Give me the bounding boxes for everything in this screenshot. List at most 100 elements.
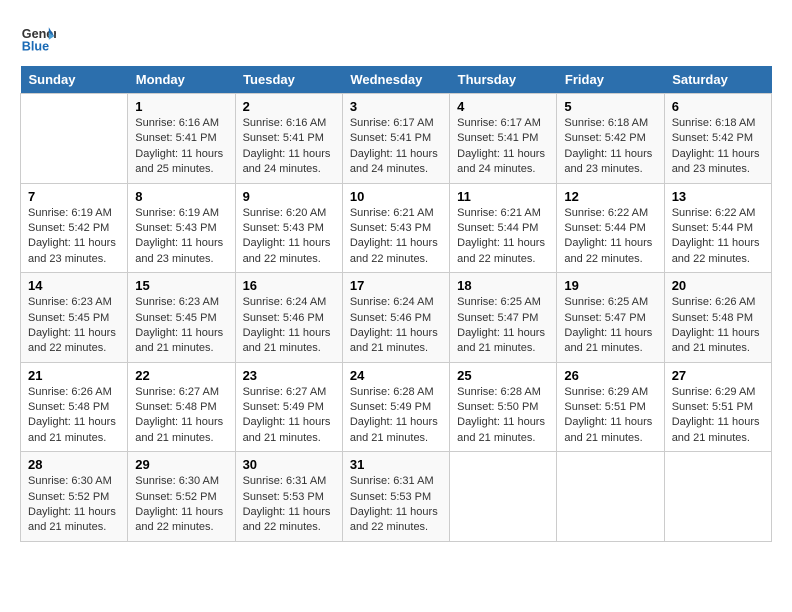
day-number: 9 [243,189,335,204]
cell-info: Sunrise: 6:17 AM Sunset: 5:41 PM Dayligh… [457,116,549,178]
day-number: 19 [564,278,656,293]
calendar-cell: 7 Sunrise: 6:19 AM Sunset: 5:42 PM Dayli… [21,183,128,273]
sunrise-text: Sunrise: 6:30 AM [28,474,120,489]
calendar-cell: 26 Sunrise: 6:29 AM Sunset: 5:51 PM Dayl… [557,362,664,452]
sunrise-text: Sunrise: 6:31 AM [243,474,335,489]
cell-info: Sunrise: 6:17 AM Sunset: 5:41 PM Dayligh… [350,116,442,178]
day-number: 13 [672,189,764,204]
day-number: 18 [457,278,549,293]
daylight-text: Daylight: 11 hours and 21 minutes. [243,415,335,446]
daylight-text: Daylight: 11 hours and 22 minutes. [457,236,549,267]
sunset-text: Sunset: 5:49 PM [243,400,335,415]
calendar-cell: 13 Sunrise: 6:22 AM Sunset: 5:44 PM Dayl… [664,183,771,273]
cell-info: Sunrise: 6:25 AM Sunset: 5:47 PM Dayligh… [457,295,549,357]
day-number: 8 [135,189,227,204]
cell-info: Sunrise: 6:21 AM Sunset: 5:43 PM Dayligh… [350,206,442,268]
day-number: 20 [672,278,764,293]
sunrise-text: Sunrise: 6:27 AM [243,385,335,400]
cell-info: Sunrise: 6:30 AM Sunset: 5:52 PM Dayligh… [135,474,227,536]
sunrise-text: Sunrise: 6:22 AM [672,206,764,221]
day-number: 11 [457,189,549,204]
daylight-text: Daylight: 11 hours and 22 minutes. [350,505,442,536]
day-number: 6 [672,99,764,114]
sunset-text: Sunset: 5:50 PM [457,400,549,415]
daylight-text: Daylight: 11 hours and 22 minutes. [350,236,442,267]
cell-info: Sunrise: 6:31 AM Sunset: 5:53 PM Dayligh… [350,474,442,536]
daylight-text: Daylight: 11 hours and 22 minutes. [243,236,335,267]
sunrise-text: Sunrise: 6:17 AM [350,116,442,131]
calendar-cell: 1 Sunrise: 6:16 AM Sunset: 5:41 PM Dayli… [128,94,235,184]
day-number: 22 [135,368,227,383]
sunset-text: Sunset: 5:42 PM [28,221,120,236]
sunset-text: Sunset: 5:48 PM [672,311,764,326]
sunrise-text: Sunrise: 6:25 AM [457,295,549,310]
daylight-text: Daylight: 11 hours and 22 minutes. [672,236,764,267]
header-tuesday: Tuesday [235,66,342,94]
calendar-cell: 16 Sunrise: 6:24 AM Sunset: 5:46 PM Dayl… [235,273,342,363]
daylight-text: Daylight: 11 hours and 21 minutes. [28,415,120,446]
sunrise-text: Sunrise: 6:28 AM [457,385,549,400]
sunrise-text: Sunrise: 6:24 AM [350,295,442,310]
sunset-text: Sunset: 5:42 PM [672,131,764,146]
daylight-text: Daylight: 11 hours and 21 minutes. [564,415,656,446]
daylight-text: Daylight: 11 hours and 25 minutes. [135,147,227,178]
cell-info: Sunrise: 6:24 AM Sunset: 5:46 PM Dayligh… [350,295,442,357]
cell-info: Sunrise: 6:28 AM Sunset: 5:50 PM Dayligh… [457,385,549,447]
day-number: 17 [350,278,442,293]
sunset-text: Sunset: 5:46 PM [350,311,442,326]
sunrise-text: Sunrise: 6:26 AM [28,385,120,400]
sunset-text: Sunset: 5:51 PM [564,400,656,415]
day-number: 21 [28,368,120,383]
day-number: 12 [564,189,656,204]
calendar-cell: 11 Sunrise: 6:21 AM Sunset: 5:44 PM Dayl… [450,183,557,273]
calendar-cell: 24 Sunrise: 6:28 AM Sunset: 5:49 PM Dayl… [342,362,449,452]
calendar-cell: 25 Sunrise: 6:28 AM Sunset: 5:50 PM Dayl… [450,362,557,452]
sunrise-text: Sunrise: 6:17 AM [457,116,549,131]
calendar-cell: 20 Sunrise: 6:26 AM Sunset: 5:48 PM Dayl… [664,273,771,363]
calendar-header-row: SundayMondayTuesdayWednesdayThursdayFrid… [21,66,772,94]
daylight-text: Daylight: 11 hours and 21 minutes. [243,326,335,357]
calendar-cell: 5 Sunrise: 6:18 AM Sunset: 5:42 PM Dayli… [557,94,664,184]
day-number: 25 [457,368,549,383]
daylight-text: Daylight: 11 hours and 24 minutes. [457,147,549,178]
daylight-text: Daylight: 11 hours and 23 minutes. [135,236,227,267]
calendar-cell: 31 Sunrise: 6:31 AM Sunset: 5:53 PM Dayl… [342,452,449,542]
sunset-text: Sunset: 5:46 PM [243,311,335,326]
sunset-text: Sunset: 5:41 PM [350,131,442,146]
sunset-text: Sunset: 5:43 PM [350,221,442,236]
cell-info: Sunrise: 6:16 AM Sunset: 5:41 PM Dayligh… [135,116,227,178]
daylight-text: Daylight: 11 hours and 24 minutes. [243,147,335,178]
day-number: 23 [243,368,335,383]
sunrise-text: Sunrise: 6:27 AM [135,385,227,400]
sunset-text: Sunset: 5:47 PM [564,311,656,326]
day-number: 24 [350,368,442,383]
day-number: 31 [350,457,442,472]
calendar-cell [557,452,664,542]
daylight-text: Daylight: 11 hours and 22 minutes. [28,326,120,357]
daylight-text: Daylight: 11 hours and 23 minutes. [672,147,764,178]
calendar-cell [21,94,128,184]
calendar-week-2: 14 Sunrise: 6:23 AM Sunset: 5:45 PM Dayl… [21,273,772,363]
day-number: 29 [135,457,227,472]
calendar-cell: 9 Sunrise: 6:20 AM Sunset: 5:43 PM Dayli… [235,183,342,273]
calendar-table: SundayMondayTuesdayWednesdayThursdayFrid… [20,66,772,542]
cell-info: Sunrise: 6:27 AM Sunset: 5:48 PM Dayligh… [135,385,227,447]
sunset-text: Sunset: 5:48 PM [135,400,227,415]
cell-info: Sunrise: 6:23 AM Sunset: 5:45 PM Dayligh… [28,295,120,357]
day-number: 14 [28,278,120,293]
sunrise-text: Sunrise: 6:16 AM [135,116,227,131]
daylight-text: Daylight: 11 hours and 23 minutes. [28,236,120,267]
daylight-text: Daylight: 11 hours and 24 minutes. [350,147,442,178]
day-number: 1 [135,99,227,114]
cell-info: Sunrise: 6:19 AM Sunset: 5:43 PM Dayligh… [135,206,227,268]
daylight-text: Daylight: 11 hours and 22 minutes. [243,505,335,536]
sunset-text: Sunset: 5:47 PM [457,311,549,326]
calendar-cell: 19 Sunrise: 6:25 AM Sunset: 5:47 PM Dayl… [557,273,664,363]
cell-info: Sunrise: 6:30 AM Sunset: 5:52 PM Dayligh… [28,474,120,536]
cell-info: Sunrise: 6:18 AM Sunset: 5:42 PM Dayligh… [672,116,764,178]
calendar-week-1: 7 Sunrise: 6:19 AM Sunset: 5:42 PM Dayli… [21,183,772,273]
sunrise-text: Sunrise: 6:19 AM [28,206,120,221]
page-header: General Blue [20,20,772,56]
sunrise-text: Sunrise: 6:23 AM [28,295,120,310]
sunrise-text: Sunrise: 6:30 AM [135,474,227,489]
